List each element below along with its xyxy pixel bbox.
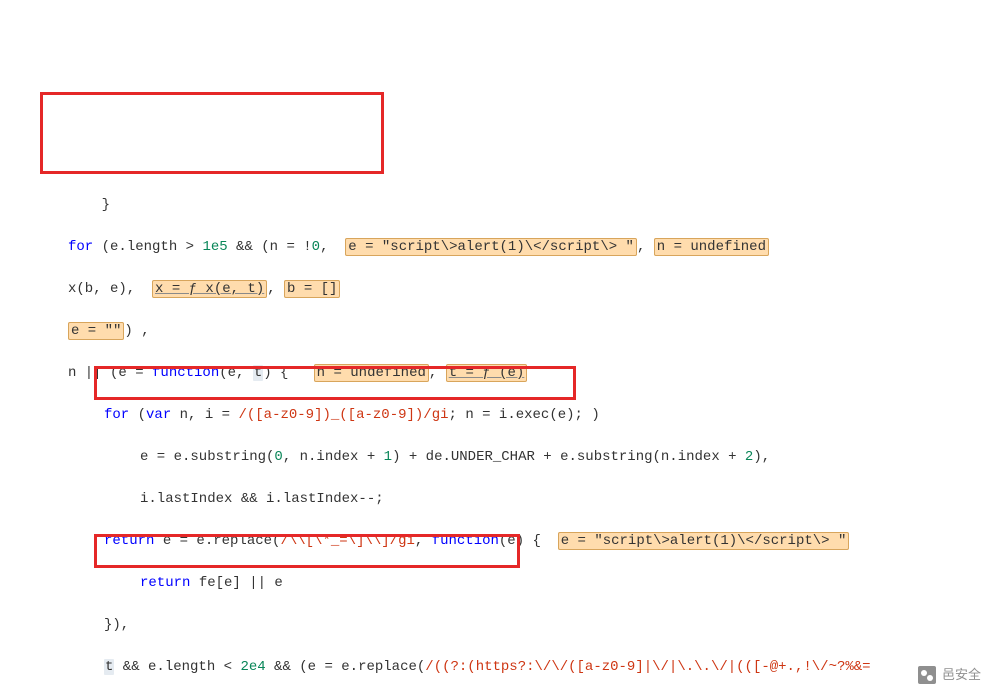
code-line: e = "") ,: [0, 321, 997, 342]
watermark-text: 邑安全: [942, 664, 981, 685]
code-line: return e = e.replace(/\\[\*_=\]\\]/gi, f…: [0, 531, 997, 552]
code-line: i.lastIndex && i.lastIndex--;: [0, 489, 997, 510]
code-viewer: } for (e.length > 1e5 && (n = !0, e = "s…: [0, 84, 997, 689]
code-line: t && e.length < 2e4 && (e = e.replace(/(…: [0, 657, 997, 678]
code-line: for (e.length > 1e5 && (n = !0, e = "scr…: [0, 237, 997, 258]
code-line: n || (e = function(e, t) { n = undefined…: [0, 363, 997, 384]
code-line: e = e.substring(0, n.index + 1) + de.UND…: [0, 447, 997, 468]
wechat-icon: [918, 666, 936, 684]
code-line: for (var n, i = /([a-z0-9])_([a-z0-9])/g…: [0, 405, 997, 426]
code-line: }),: [0, 615, 997, 636]
code-line: }: [0, 195, 997, 216]
highlight-box-1: [40, 92, 384, 174]
code-line: x(b, e), x = ƒ x(e, t), b = []: [0, 279, 997, 300]
code-line: return fe[e] || e: [0, 573, 997, 594]
watermark: 邑安全: [918, 664, 981, 685]
